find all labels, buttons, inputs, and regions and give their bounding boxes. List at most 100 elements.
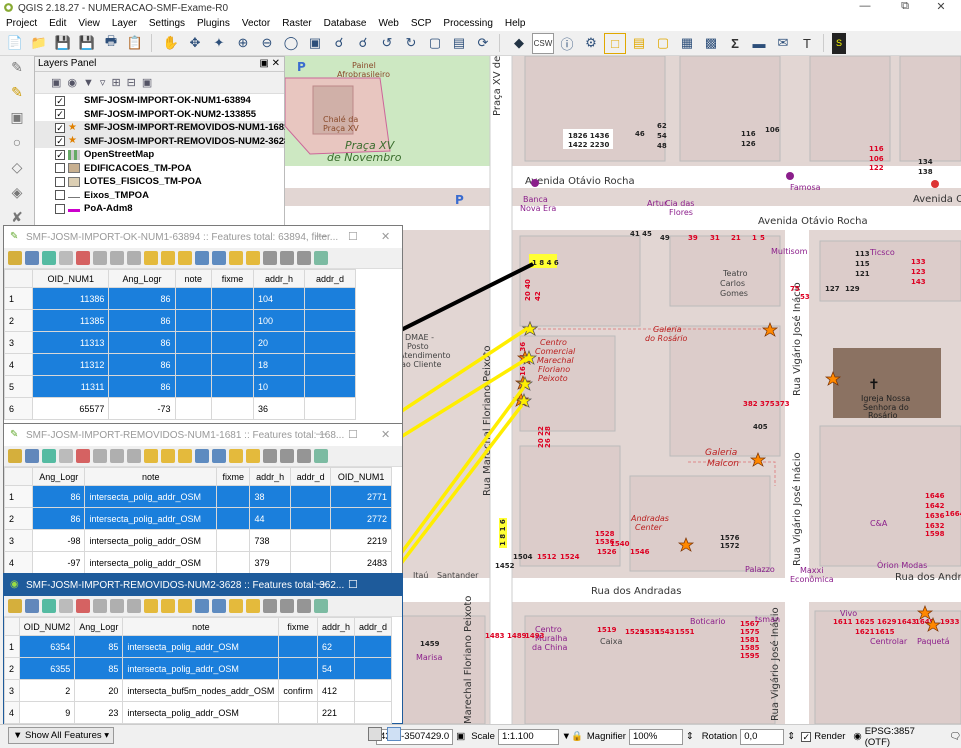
attribute-table-ok-num1[interactable]: ✎ SMF-JOSM-IMPORT-OK-NUM1-63894 :: Featu… <box>3 225 403 425</box>
table-cell[interactable] <box>211 375 255 398</box>
copy-icon[interactable] <box>110 449 124 463</box>
table-cell[interactable]: 85 <box>74 635 124 658</box>
minimize-icon[interactable]: — <box>845 0 885 16</box>
move-selection-top-icon[interactable] <box>195 599 209 613</box>
digitize-icon[interactable]: ◆ <box>508 33 530 54</box>
select-features-icon[interactable]: □ <box>604 32 626 54</box>
table-cell[interactable]: 10 <box>253 375 306 398</box>
paste-icon[interactable] <box>127 449 141 463</box>
scp-plugin-icon[interactable]: S <box>832 32 846 54</box>
table-cell[interactable]: 86 <box>31 507 86 530</box>
table-cell[interactable]: 11386 <box>31 287 110 310</box>
delete-field-icon[interactable] <box>280 599 294 613</box>
table-cell[interactable]: 412 <box>316 679 355 702</box>
table-cell[interactable]: -97 <box>31 551 86 574</box>
field-calculator-icon[interactable] <box>297 449 311 463</box>
column-header[interactable]: note <box>84 467 218 486</box>
table-row[interactable]: 1 6354 85 intersecta_polig_addr_OSM 62 <box>4 635 393 658</box>
table-cell[interactable]: 11385 <box>31 309 110 332</box>
layer-visibility-checkbox[interactable]: ✓ <box>55 95 65 106</box>
table-cell[interactable] <box>304 353 356 376</box>
add-feature-icon[interactable] <box>59 449 73 463</box>
column-header[interactable]: OID_NUM2 <box>18 617 76 636</box>
close-icon[interactable]: ✕ <box>381 230 390 243</box>
show-all-features-button[interactable]: ▼ Show All Features ▾ <box>8 727 115 744</box>
row-number[interactable]: 3 <box>4 679 20 702</box>
table-cell[interactable]: intersecta_polig_addr_OSM <box>122 657 280 680</box>
open-project-icon[interactable]: 📁 <box>28 33 50 54</box>
table-row[interactable]: 6 65577 -73 36 <box>4 397 356 420</box>
form-view-icon[interactable] <box>368 727 382 741</box>
conditional-format-icon[interactable] <box>314 449 328 463</box>
table-cell[interactable]: 85 <box>74 657 124 680</box>
table-cell[interactable]: 62 <box>316 635 355 658</box>
layer-visibility-checkbox[interactable]: ✓ <box>55 136 65 147</box>
minimize-icon[interactable]: — <box>316 578 327 590</box>
new-field-icon[interactable] <box>263 599 277 613</box>
table-cell[interactable]: confirm <box>278 679 318 702</box>
table-cell[interactable] <box>174 353 213 376</box>
lock-scale-icon[interactable]: 🔒 <box>571 731 583 742</box>
edit-pencil-icon[interactable] <box>8 251 22 265</box>
delete-feature-icon[interactable] <box>76 599 90 613</box>
attribute-grid[interactable]: OID_NUM1 Ang_Logr note fixme addr_h addr_d 1 11… <box>4 269 356 420</box>
table-cell[interactable]: 38 <box>249 485 291 508</box>
identify-icon[interactable]: ⓘ <box>556 33 578 54</box>
table-cell[interactable] <box>174 397 213 420</box>
settings-gear-icon[interactable]: ⚙ <box>580 33 602 54</box>
table-cell[interactable] <box>353 701 393 724</box>
table-cell[interactable]: 86 <box>31 485 86 508</box>
select-all-icon[interactable] <box>161 449 175 463</box>
cut-icon[interactable] <box>93 599 107 613</box>
column-header[interactable]: addr_h <box>249 467 291 486</box>
invert-selection-icon[interactable] <box>178 599 192 613</box>
table-row[interactable]: 2 6355 85 intersecta_polig_addr_OSM 54 <box>4 657 393 680</box>
expand-all-icon[interactable]: ⊞ <box>111 76 120 89</box>
composer-manager-icon[interactable]: 📋 <box>124 33 146 54</box>
menu-item[interactable]: Edit <box>43 18 72 29</box>
corner-cell[interactable] <box>4 269 33 288</box>
new-field-icon[interactable] <box>263 251 277 265</box>
table-cell[interactable]: 9 <box>18 701 76 724</box>
layer-item[interactable]: ✓ OpenStreetMap <box>35 148 284 162</box>
table-cell[interactable]: 100 <box>253 309 306 332</box>
add-group-icon[interactable]: ◉ <box>67 76 77 89</box>
table-cell[interactable]: 2772 <box>330 507 392 530</box>
table-cell[interactable] <box>353 635 393 658</box>
minimize-icon[interactable]: — <box>316 428 327 440</box>
toggle-editing-icon[interactable]: ✎ <box>4 84 30 106</box>
menu-item[interactable]: Database <box>318 18 373 29</box>
attribute-table-icon[interactable]: ▦ <box>676 33 698 54</box>
select-all-icon[interactable] <box>161 251 175 265</box>
table-cell[interactable]: 23 <box>74 701 124 724</box>
spin-arrows-icon[interactable]: ⇕ <box>686 731 694 742</box>
csw-icon[interactable]: CSW <box>532 32 554 54</box>
panel-close-icon[interactable]: ▣ ✕ <box>259 57 280 71</box>
menu-item[interactable]: View <box>72 18 106 29</box>
table-cell[interactable]: 36 <box>253 397 306 420</box>
style-icon[interactable]: ▣ <box>51 76 61 89</box>
copy-icon[interactable] <box>110 251 124 265</box>
scale-combo[interactable]: 1:1.100 <box>497 728 559 745</box>
zoom-native-icon[interactable]: ◯ <box>280 33 302 54</box>
layer-item[interactable]: ✓ ★ SMF-JOSM-IMPORT-REMOVIDOS-NUM1-1681 <box>35 121 289 135</box>
delete-field-icon[interactable] <box>280 251 294 265</box>
show-bookmarks-icon[interactable]: ▤ <box>448 33 470 54</box>
save-as-icon[interactable]: 💾 <box>76 33 98 54</box>
row-number[interactable]: 3 <box>4 529 33 552</box>
save-edits-icon[interactable] <box>25 599 39 613</box>
refresh-icon[interactable]: ⟳ <box>472 33 494 54</box>
reload-icon[interactable] <box>42 251 56 265</box>
table-cell[interactable] <box>304 309 356 332</box>
layer-visibility-checkbox[interactable] <box>55 190 65 201</box>
conditional-format-icon[interactable] <box>314 599 328 613</box>
table-cell[interactable] <box>278 701 318 724</box>
touch-zoom-icon[interactable]: ✋ <box>160 33 182 54</box>
table-row[interactable]: 4 -97 intersecta_polig_addr_OSM 379 2483 <box>4 551 392 574</box>
attribute-grid[interactable]: Ang_Logr note fixme addr_h addr_d OID_NUM1 1 86… <box>4 467 392 574</box>
menu-item[interactable]: Settings <box>143 18 191 29</box>
save-project-icon[interactable]: 💾 <box>52 33 74 54</box>
pan-to-selection-icon[interactable]: ✦ <box>208 33 230 54</box>
invert-selection-icon[interactable] <box>178 251 192 265</box>
table-cell[interactable]: -98 <box>31 529 86 552</box>
